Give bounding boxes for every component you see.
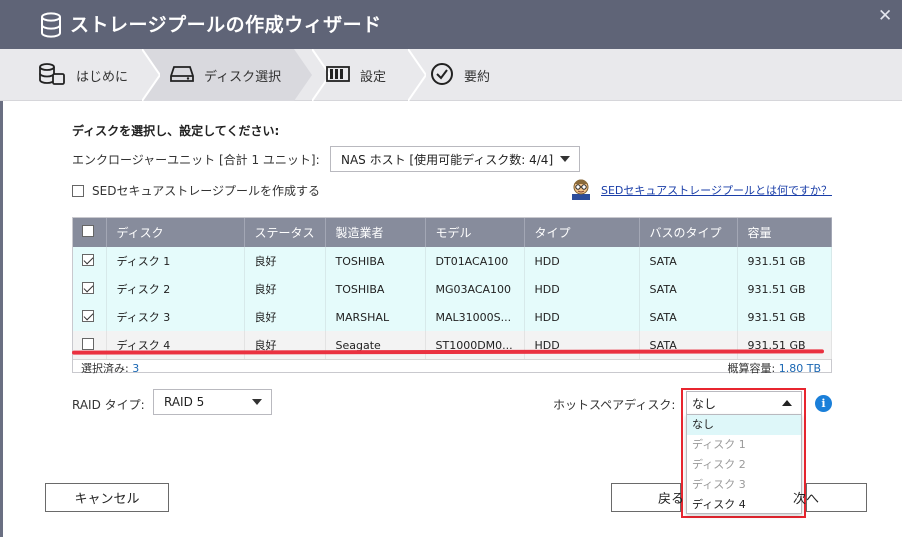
manufacturer-cell: Seagate (325, 331, 426, 359)
table-row[interactable]: ディスク 3 良好 MARSHAL MAL31000S... HDD SATA … (73, 303, 832, 331)
chevron-down-icon (252, 399, 262, 405)
column-header[interactable]: ステータス (244, 218, 326, 247)
capacity-cell: 931.51 GB (737, 331, 832, 359)
dropdown-option: ディスク 1 (692, 438, 746, 451)
disk-name-cell: ディスク 4 (106, 331, 245, 359)
column-header[interactable]: 容量 (737, 218, 832, 247)
raid-type-value: RAID 5 (164, 395, 205, 409)
enclosure-select[interactable]: NAS ホスト [使用可能ディスク数: 4/4] (330, 146, 580, 172)
bus-type-cell: SATA (639, 247, 738, 275)
column-header[interactable]: バスのタイプ (639, 218, 738, 247)
column-header[interactable]: 製造業者 (325, 218, 426, 247)
disk-name-cell: ディスク 1 (106, 247, 245, 275)
table-row[interactable]: ディスク 1 良好 TOSHIBA DT01ACA100 HDD SATA 93… (73, 247, 832, 275)
status-cell: 良好 (244, 303, 326, 331)
window-left-edge (0, 49, 3, 537)
disk-name-cell: ディスク 3 (106, 303, 245, 331)
step-label: ディスク選択 (204, 69, 282, 85)
step-label: はじめに (76, 69, 129, 85)
database-icon (38, 62, 66, 89)
bus-type-cell: SATA (639, 331, 738, 359)
chevron-down-icon (560, 156, 570, 162)
window-title: ストレージプールの作成ウィザード (70, 14, 382, 36)
hot-spare-select[interactable]: なし (686, 391, 802, 415)
next-button[interactable]: 次へ (793, 483, 867, 512)
step-separator-icon (408, 49, 426, 101)
info-icon[interactable]: i (815, 395, 832, 412)
capacity-cell: 931.51 GB (737, 275, 832, 303)
bus-type-cell: SATA (639, 303, 738, 331)
raid-array-icon (326, 65, 350, 85)
table-row[interactable]: ディスク 2 良好 TOSHIBA MG03ACA100 HDD SATA 93… (73, 275, 832, 303)
table-row[interactable]: ディスク 4 良好 Seagate ST1000DM0... HDD SATA … (73, 331, 832, 359)
raid-type-select[interactable]: RAID 5 (153, 389, 272, 415)
capacity-cell: 931.51 GB (737, 303, 832, 331)
sed-checkbox-label: SEDセキュアストレージプールを作成する (92, 184, 320, 198)
model-cell: DT01ACA100 (425, 247, 525, 275)
column-header[interactable]: モデル (425, 218, 525, 247)
title-bar: ストレージプールの作成ウィザード ✕ (0, 0, 902, 49)
enclosure-label: エンクロージャーユニット [合計 1 ユニット]: (72, 153, 320, 167)
capacity-cell: 931.51 GB (737, 247, 832, 275)
selected-count: 選択済み: 3 (81, 362, 140, 375)
help-mascot-icon (568, 176, 594, 203)
hot-spare-value: なし (692, 396, 717, 411)
dropdown-option[interactable]: なし (687, 415, 801, 435)
status-cell: 良好 (244, 247, 326, 275)
model-cell: MAL31000S... (425, 303, 525, 331)
step-summary: 要約 (430, 49, 490, 101)
disk-name-cell: ディスク 2 (106, 275, 245, 303)
column-header[interactable]: ディスク (106, 218, 245, 247)
back-button[interactable]: 戻る (611, 483, 685, 512)
table-header-row: ディスク ステータス 製造業者 モデル タイプ バスのタイプ 容量 (73, 218, 832, 247)
model-cell: MG03ACA100 (425, 275, 525, 303)
estimated-capacity: 概算容量: 1.80 TB (727, 362, 821, 375)
status-cell: 良好 (244, 331, 326, 359)
sed-help-link[interactable]: SEDセキュアストレージプールとは何ですか？ (601, 182, 832, 198)
row-checkbox[interactable] (82, 281, 94, 294)
cancel-button[interactable]: キャンセル (45, 483, 169, 512)
enclosure-select-value: NAS ホスト [使用可能ディスク数: 4/4] (341, 152, 554, 167)
model-cell: ST1000DM0... (425, 331, 525, 359)
wizard-steps: はじめに ディスク選択 設定 要約 (0, 49, 902, 101)
row-checkbox[interactable] (82, 253, 94, 266)
hot-spare-dropdown: なし ディスク 1 ディスク 2 ディスク 3 ディスク 4 (686, 414, 802, 514)
table-footer: 選択済み: 3 概算容量: 1.80 TB (73, 359, 831, 375)
chevron-up-icon (782, 400, 792, 406)
type-cell: HDD (524, 275, 640, 303)
dropdown-option: ディスク 3 (692, 478, 746, 491)
row-checkbox[interactable] (82, 309, 94, 322)
step-label: 設定 (360, 69, 387, 85)
step-introduction: はじめに (38, 49, 128, 101)
instruction-text: ディスクを選択し、設定してください: (72, 124, 280, 138)
sed-option[interactable]: SEDセキュアストレージプールを作成する (72, 182, 320, 199)
manufacturer-cell: TOSHIBA (325, 247, 426, 275)
check-circle-icon (430, 62, 454, 89)
step-separator-icon (142, 49, 160, 101)
status-cell: 良好 (244, 275, 326, 303)
hard-drive-icon (170, 64, 194, 87)
close-icon[interactable]: ✕ (878, 6, 892, 26)
sed-checkbox[interactable] (72, 184, 84, 197)
next-button-label: 次へ (793, 492, 820, 507)
back-button-label: 戻る (658, 492, 685, 507)
manufacturer-cell: MARSHAL (325, 303, 426, 331)
database-icon (40, 12, 62, 41)
step-disk-selection: ディスク選択 (170, 49, 281, 101)
row-checkbox[interactable] (82, 337, 94, 350)
dropdown-option: ディスク 2 (692, 458, 746, 471)
dropdown-option[interactable]: ディスク 4 (687, 495, 801, 515)
type-cell: HDD (524, 303, 640, 331)
manufacturer-cell: TOSHIBA (325, 275, 426, 303)
raid-type-label: RAID タイプ: (72, 398, 145, 412)
step-label: 要約 (464, 69, 491, 85)
step-settings: 設定 (326, 49, 386, 101)
type-cell: HDD (524, 331, 640, 359)
hot-spare-label: ホットスペアディスク: (553, 398, 676, 412)
type-cell: HDD (524, 247, 640, 275)
bus-type-cell: SATA (639, 275, 738, 303)
select-all-checkbox[interactable] (82, 225, 94, 237)
column-header[interactable]: タイプ (524, 218, 640, 247)
select-all-header[interactable] (73, 218, 107, 247)
